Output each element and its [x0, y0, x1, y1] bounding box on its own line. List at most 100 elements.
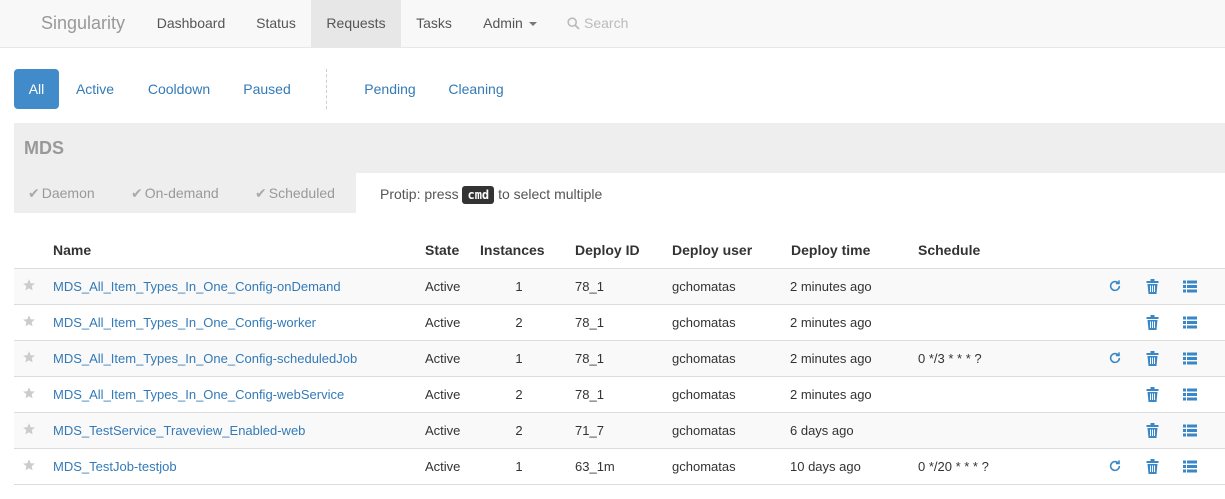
request-deploy-user: gchomatas [672, 315, 736, 330]
brand-logo[interactable]: Singularity [41, 0, 125, 46]
trash-icon[interactable] [1146, 351, 1159, 369]
request-state: Active [425, 351, 461, 366]
request-state: Active [425, 279, 461, 294]
star-icon[interactable] [22, 314, 36, 331]
request-deploy-user: gchomatas [672, 459, 736, 474]
list-icon[interactable] [1183, 280, 1197, 296]
table-row: MDS_All_Item_Types_In_One_Config-schedul… [14, 341, 1225, 377]
protip-text-after: to select multiple [498, 186, 603, 202]
request-deploy-id: 78_1 [575, 387, 604, 402]
request-state: Active [425, 423, 461, 438]
nav-admin[interactable]: Admin [469, 0, 551, 47]
search-icon [567, 17, 580, 30]
search-link[interactable]: Search [567, 0, 628, 46]
trash-icon[interactable] [1146, 279, 1159, 297]
request-deploy-time: 2 minutes ago [790, 387, 872, 402]
column-header-deploy-id[interactable]: Deploy ID [575, 241, 640, 259]
check-icon: ✔ [28, 185, 40, 201]
top-navbar: Singularity Dashboard Status Requests Ta… [0, 0, 1225, 48]
request-instances: 2 [515, 315, 523, 330]
check-icon: ✔ [131, 185, 143, 201]
request-deploy-id: 71_7 [575, 423, 604, 438]
request-name-link[interactable]: MDS_TestService_Traveview_Enabled-web [53, 413, 305, 449]
request-deploy-id: 78_1 [575, 279, 604, 294]
list-icon[interactable] [1183, 352, 1197, 368]
nav-dashboard[interactable]: Dashboard [143, 0, 239, 47]
filter-active[interactable]: Active [64, 69, 126, 109]
request-name-link[interactable]: MDS_All_Item_Types_In_One_Config-schedul… [53, 341, 357, 377]
column-header-instances[interactable]: Instances [480, 241, 545, 259]
request-deploy-id: 63_1m [575, 459, 615, 474]
nav-admin-label: Admin [483, 15, 523, 31]
filter-paused[interactable]: Paused [232, 69, 302, 109]
protip-key: cmd [462, 186, 495, 204]
table-row: MDS_TestService_Traveview_Enabled-web Act… [14, 413, 1225, 449]
request-deploy-time: 2 minutes ago [790, 315, 872, 330]
request-deploy-time: 6 days ago [790, 423, 854, 438]
protip: Protip: press cmd to select multiple [380, 184, 602, 204]
star-icon[interactable] [22, 422, 36, 439]
trash-icon[interactable] [1146, 387, 1159, 405]
column-header-state[interactable]: State [425, 241, 459, 259]
request-schedule: 0 */20 * * * ? [918, 459, 989, 474]
request-state: Active [425, 315, 461, 330]
request-deploy-id: 78_1 [575, 315, 604, 330]
refresh-icon[interactable] [1108, 459, 1122, 476]
trash-icon[interactable] [1146, 459, 1159, 477]
refresh-icon[interactable] [1108, 351, 1122, 368]
request-name-link[interactable]: MDS_TestJob-testjob [53, 449, 177, 485]
refresh-icon[interactable] [1108, 279, 1122, 296]
filter-pending[interactable]: Pending [352, 69, 428, 109]
request-group-header: MDS [14, 123, 1225, 173]
star-icon[interactable] [22, 458, 36, 475]
table-row: MDS_TestJob-testjob Active 1 63_1m gchomatas… [14, 449, 1225, 485]
table-row: MDS_All_Item_Types_In_One_Config-worker A… [14, 305, 1225, 341]
request-instances: 1 [515, 459, 523, 474]
request-instances: 2 [515, 423, 523, 438]
filter-divider [326, 69, 327, 109]
trash-icon[interactable] [1146, 423, 1159, 441]
request-instances: 1 [515, 279, 523, 294]
request-name-link[interactable]: MDS_All_Item_Types_In_One_Config-webServ… [53, 377, 344, 413]
star-icon[interactable] [22, 278, 36, 295]
column-header-deploy-time[interactable]: Deploy time [791, 241, 870, 259]
list-icon[interactable] [1183, 424, 1197, 440]
trash-icon[interactable] [1146, 315, 1159, 333]
star-icon[interactable] [22, 350, 36, 367]
type-filter-scheduled[interactable]: ✔ Scheduled [255, 173, 335, 213]
type-filter-label: On-demand [144, 185, 219, 201]
caret-down-icon [528, 22, 537, 27]
request-deploy-time: 2 minutes ago [790, 351, 872, 366]
group-title: MDS [24, 138, 64, 158]
nav-tasks[interactable]: Tasks [403, 0, 465, 47]
list-icon[interactable] [1183, 316, 1197, 332]
request-instances: 1 [515, 351, 523, 366]
request-name-link[interactable]: MDS_All_Item_Types_In_One_Config-onDeman… [53, 269, 341, 305]
nav-requests[interactable]: Requests [311, 0, 401, 47]
type-filter-daemon[interactable]: ✔ Daemon [28, 173, 95, 213]
filter-all[interactable]: All [14, 69, 59, 109]
type-filter-bar: ✔ Daemon ✔ On-demand ✔ Scheduled [14, 173, 356, 213]
type-filter-on-demand[interactable]: ✔ On-demand [131, 173, 219, 213]
list-icon[interactable] [1183, 388, 1197, 404]
list-icon[interactable] [1183, 460, 1197, 476]
filter-cooldown[interactable]: Cooldown [136, 69, 222, 109]
request-name-link[interactable]: MDS_All_Item_Types_In_One_Config-worker [53, 305, 316, 341]
filter-cleaning[interactable]: Cleaning [437, 69, 515, 109]
request-deploy-user: gchomatas [672, 387, 736, 402]
request-deploy-id: 78_1 [575, 351, 604, 366]
check-icon: ✔ [255, 185, 267, 201]
nav-status[interactable]: Status [243, 0, 309, 47]
request-deploy-time: 2 minutes ago [790, 279, 872, 294]
star-icon[interactable] [22, 386, 36, 403]
column-header-deploy-user[interactable]: Deploy user [672, 241, 752, 259]
request-deploy-user: gchomatas [672, 423, 736, 438]
type-filter-label: Scheduled [268, 185, 335, 201]
request-deploy-time: 10 days ago [790, 459, 861, 474]
protip-text-before: Protip: press [380, 186, 459, 202]
column-header-name[interactable]: Name [53, 241, 91, 259]
table-row: MDS_All_Item_Types_In_One_Config-webServ… [14, 377, 1225, 413]
column-header-schedule[interactable]: Schedule [918, 241, 980, 259]
request-deploy-user: gchomatas [672, 351, 736, 366]
table-row: MDS_All_Item_Types_In_One_Config-onDeman… [14, 269, 1225, 305]
